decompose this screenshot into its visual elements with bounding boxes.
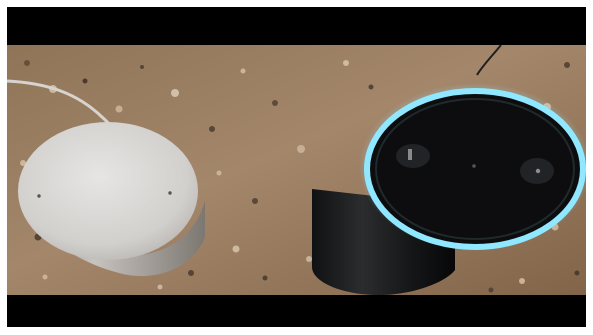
scene-svg: [7, 45, 586, 295]
photo-frame: [0, 0, 593, 335]
photo-scene: [7, 45, 586, 295]
letterbox-top: [7, 7, 586, 45]
photo-viewport: [7, 7, 586, 327]
letterbox-bottom: [7, 295, 586, 327]
